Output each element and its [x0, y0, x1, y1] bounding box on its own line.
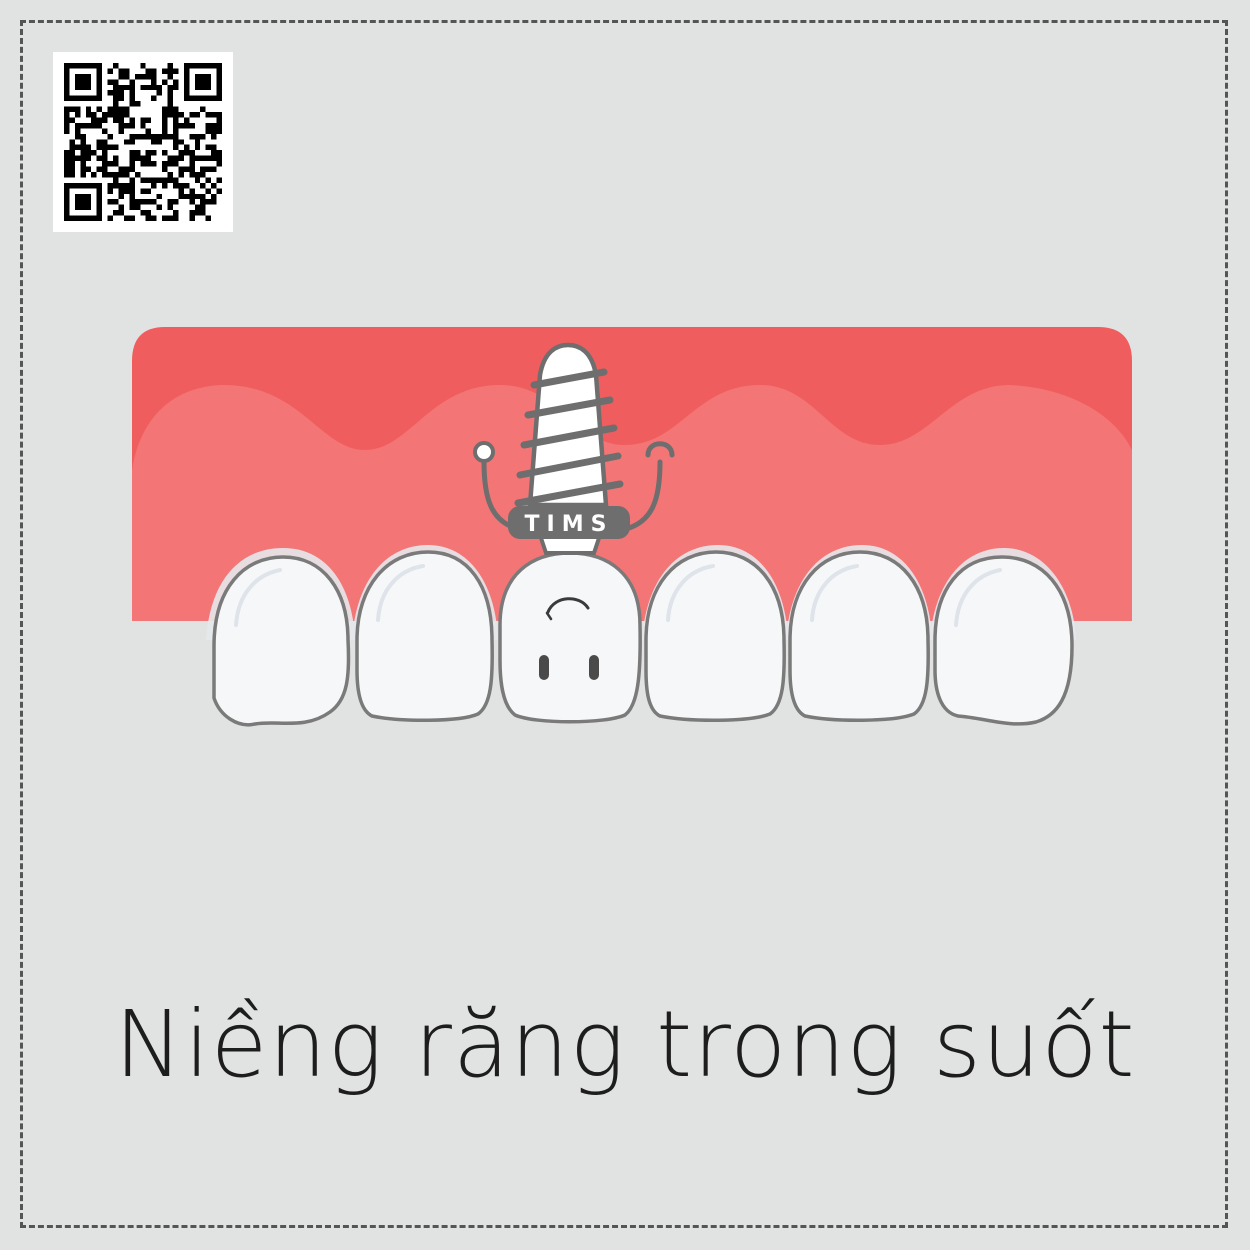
brand-text: TIMS: [525, 512, 614, 537]
tooth-icon: [644, 550, 786, 723]
tooth-icon: [212, 555, 351, 727]
tooth-icon: [355, 550, 494, 723]
tooth-icon: [933, 555, 1074, 726]
tooth-icon: [788, 550, 930, 723]
tooth-icon: [498, 551, 642, 724]
caption-title: Niềng răng trong suốt: [114, 991, 1136, 1098]
